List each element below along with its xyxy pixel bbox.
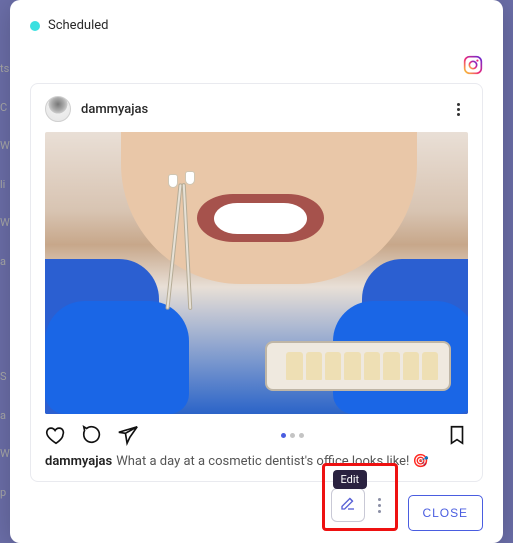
status-row: Scheduled [30, 18, 483, 33]
edit-icon [339, 494, 357, 516]
post-media[interactable] [45, 132, 468, 414]
post-preview-modal: Scheduled dammyajas [10, 0, 503, 543]
bookmark-icon[interactable] [446, 424, 468, 446]
background-obscured-text: tsCWliWaSaWpV [0, 0, 10, 543]
avatar[interactable] [45, 96, 71, 122]
post-username[interactable]: dammyajas [81, 102, 148, 117]
edit-tooltip: Edit [333, 470, 368, 489]
close-button[interactable]: CLOSE [408, 495, 483, 531]
modal-footer: Edit CLOSE [30, 463, 483, 531]
post-header: dammyajas [45, 96, 468, 122]
status-dot [30, 21, 40, 31]
share-icon[interactable] [117, 424, 139, 446]
carousel-indicator [281, 433, 304, 438]
comment-icon[interactable] [81, 424, 103, 446]
post-more-icon[interactable] [448, 99, 468, 119]
post-card: dammyajas [30, 83, 483, 482]
status-label: Scheduled [48, 18, 108, 33]
footer-more-icon[interactable] [371, 488, 389, 522]
post-actions [45, 424, 468, 446]
instagram-icon [463, 55, 483, 75]
edit-highlight-box: Edit [322, 463, 398, 531]
platform-row [30, 55, 483, 75]
heart-icon[interactable] [45, 424, 67, 446]
edit-button[interactable] [331, 488, 365, 522]
